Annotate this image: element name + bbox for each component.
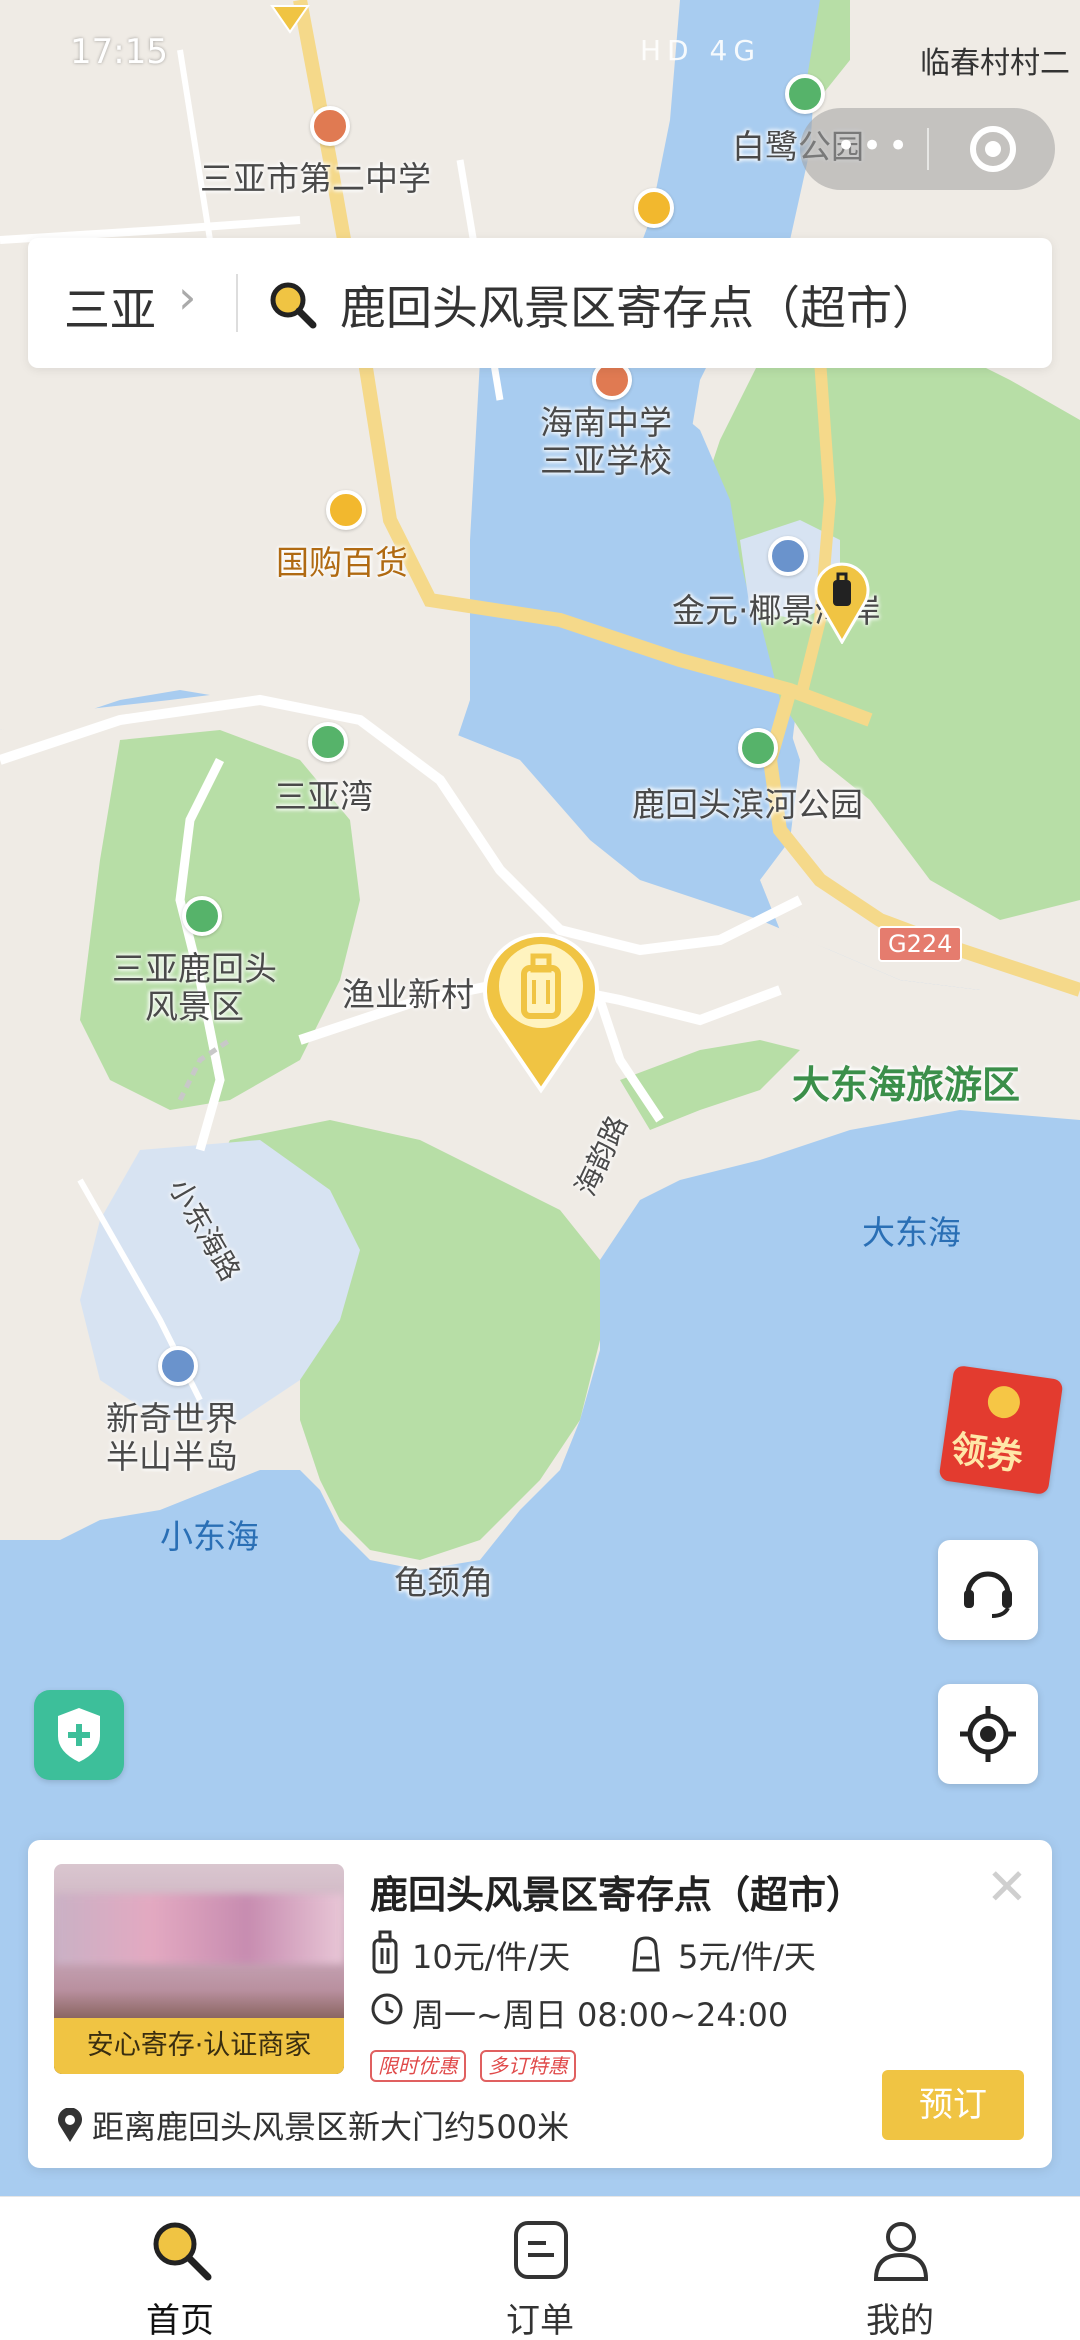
safety-shield-button[interactable] bbox=[34, 1690, 124, 1780]
tab-mine[interactable]: 我的 bbox=[800, 2197, 1000, 2340]
bottom-tab-bar: 首页 订单 我的 bbox=[0, 2196, 1080, 2340]
search-bar[interactable]: 三亚 › 鹿回头风景区寄存点（超市） bbox=[28, 238, 1052, 368]
more-menu-icon[interactable]: ••• bbox=[836, 126, 914, 166]
luggage-icon bbox=[372, 1930, 398, 1974]
road-badge: G224 bbox=[878, 926, 963, 962]
customer-service-button[interactable] bbox=[938, 1540, 1038, 1640]
price-luggage: 10元/件/天 bbox=[412, 1938, 571, 1976]
clock-icon bbox=[371, 1993, 403, 2025]
map-label-sea: 大东海 bbox=[862, 1213, 961, 1252]
status-icons: HD 4G bbox=[640, 34, 762, 67]
map-label-park: 鹿回头滨河公园 bbox=[632, 785, 863, 824]
book-button[interactable]: 预订 bbox=[882, 2070, 1024, 2140]
tab-home[interactable]: 首页 bbox=[80, 2197, 280, 2340]
locate-icon bbox=[960, 1706, 1016, 1762]
certified-badge: 安心寄存·认证商家 bbox=[54, 2018, 344, 2074]
chevron-right-icon[interactable]: › bbox=[178, 270, 196, 324]
storage-location-pin-small[interactable] bbox=[814, 560, 870, 644]
residential-icon bbox=[768, 536, 808, 576]
user-icon bbox=[873, 2222, 929, 2281]
location-pin-icon bbox=[58, 2108, 82, 2142]
tab-label: 首页 bbox=[146, 2301, 214, 2340]
scenic-camera-icon bbox=[308, 722, 348, 762]
headset-icon bbox=[964, 1571, 1012, 1618]
park-tree-icon bbox=[738, 728, 778, 768]
tab-orders[interactable]: 订单 bbox=[440, 2197, 640, 2340]
backpack-icon bbox=[632, 1936, 660, 1972]
close-miniprogram-icon[interactable] bbox=[970, 126, 1016, 172]
order-list-icon bbox=[514, 2221, 568, 2279]
map-label-bay: 三亚湾 bbox=[274, 777, 373, 816]
promo-tag: 限时优惠 bbox=[370, 2050, 466, 2082]
city-selector[interactable]: 三亚 bbox=[64, 274, 156, 340]
status-time: 17:15 bbox=[70, 32, 168, 72]
capsule-divider bbox=[927, 128, 929, 170]
school-icon bbox=[310, 106, 350, 146]
price-bag: 5元/件/天 bbox=[678, 1938, 816, 1976]
locate-me-button[interactable] bbox=[938, 1684, 1038, 1784]
close-icon[interactable]: ✕ bbox=[986, 1862, 1028, 1912]
promo-tag: 多订特惠 bbox=[480, 2050, 576, 2082]
map-label-sea: 小东海 bbox=[160, 1517, 259, 1556]
map-label-residential: 新奇世界 半山半岛 bbox=[106, 1399, 238, 1476]
map-label-cape: 龟颈角 bbox=[394, 1563, 493, 1602]
selected-storage-pin[interactable] bbox=[478, 926, 604, 1094]
status-bar: 17:15 HD 4G 临春村村二 bbox=[0, 0, 1080, 110]
map-label-village: 渔业新村 bbox=[342, 975, 474, 1014]
map-label-scenic: 三亚鹿回头 风景区 bbox=[112, 949, 277, 1026]
search-input[interactable]: 鹿回头风景区寄存点（超市） bbox=[340, 272, 938, 338]
coupon-label: 领券 bbox=[948, 1428, 1026, 1480]
coupon-button[interactable]: 领券 bbox=[938, 1364, 1064, 1496]
map-label-school: 三亚市第二中学 bbox=[200, 159, 431, 198]
map-label-school: 海南中学 三亚学校 bbox=[540, 403, 672, 480]
search-icon bbox=[270, 282, 317, 329]
search-icon bbox=[153, 2222, 212, 2281]
search-divider bbox=[236, 274, 238, 332]
opening-hours: 周一~周日 08:00~24:00 bbox=[412, 1996, 789, 2034]
shopping-icon bbox=[634, 188, 674, 228]
scenic-camera-icon bbox=[182, 896, 222, 936]
map-label-store: 国购百货 bbox=[276, 543, 408, 582]
miniprogram-capsule[interactable]: ••• bbox=[800, 108, 1055, 190]
residential-icon bbox=[158, 1346, 198, 1386]
coin-icon bbox=[985, 1384, 1022, 1421]
distance-text: 距离鹿回头风景区新大门约500米 bbox=[92, 2108, 570, 2146]
tab-label: 订单 bbox=[506, 2301, 574, 2340]
map-label-area: 大东海旅游区 bbox=[792, 1063, 1021, 1107]
storage-title: 鹿回头风景区寄存点（超市） bbox=[370, 1873, 865, 1917]
status-location-text: 临春村村二 bbox=[920, 46, 1070, 81]
storage-info-card[interactable]: 安心寄存·认证商家 鹿回头风景区寄存点（超市） ✕ 10元/件/天 5元/件/天… bbox=[28, 1840, 1052, 2168]
shopping-icon bbox=[326, 490, 366, 530]
shield-icon bbox=[58, 1708, 100, 1762]
tab-label: 我的 bbox=[866, 2301, 934, 2340]
